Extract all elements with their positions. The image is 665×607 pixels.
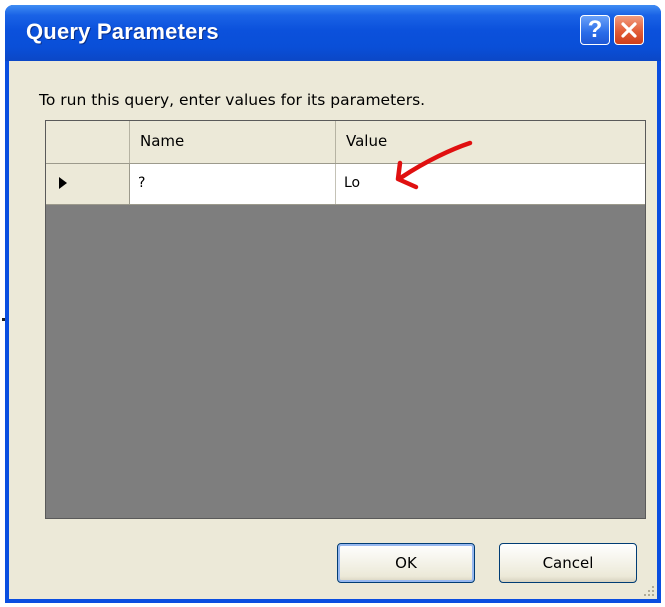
- resize-grip-icon[interactable]: [641, 583, 655, 597]
- query-parameters-dialog: Query Parameters ? To run this query, en…: [5, 5, 661, 603]
- cancel-button[interactable]: Cancel: [499, 543, 637, 583]
- table-row: ? Lo: [46, 164, 645, 205]
- close-button[interactable]: [614, 15, 644, 45]
- parameter-name-cell[interactable]: ?: [130, 164, 336, 204]
- row-selector[interactable]: [46, 164, 130, 204]
- dialog-body: To run this query, enter values for its …: [9, 61, 657, 599]
- ok-button[interactable]: OK: [337, 543, 475, 583]
- instruction-text: To run this query, enter values for its …: [39, 91, 426, 109]
- help-icon: ?: [587, 16, 603, 43]
- red-arrow-icon: [395, 140, 473, 190]
- dialog-title: Query Parameters: [26, 19, 219, 44]
- title-bar[interactable]: Query Parameters ?: [5, 5, 661, 61]
- row-header-corner: [46, 121, 130, 163]
- column-header-value[interactable]: Value: [336, 121, 645, 163]
- current-row-indicator-icon: [59, 177, 67, 189]
- close-icon: [621, 22, 637, 38]
- parameter-value-cell[interactable]: Lo: [336, 164, 645, 204]
- parameters-grid[interactable]: Name Value ? Lo: [45, 120, 646, 519]
- help-button[interactable]: ?: [580, 15, 610, 45]
- column-header-name[interactable]: Name: [130, 121, 336, 163]
- grid-header-row: Name Value: [46, 121, 645, 164]
